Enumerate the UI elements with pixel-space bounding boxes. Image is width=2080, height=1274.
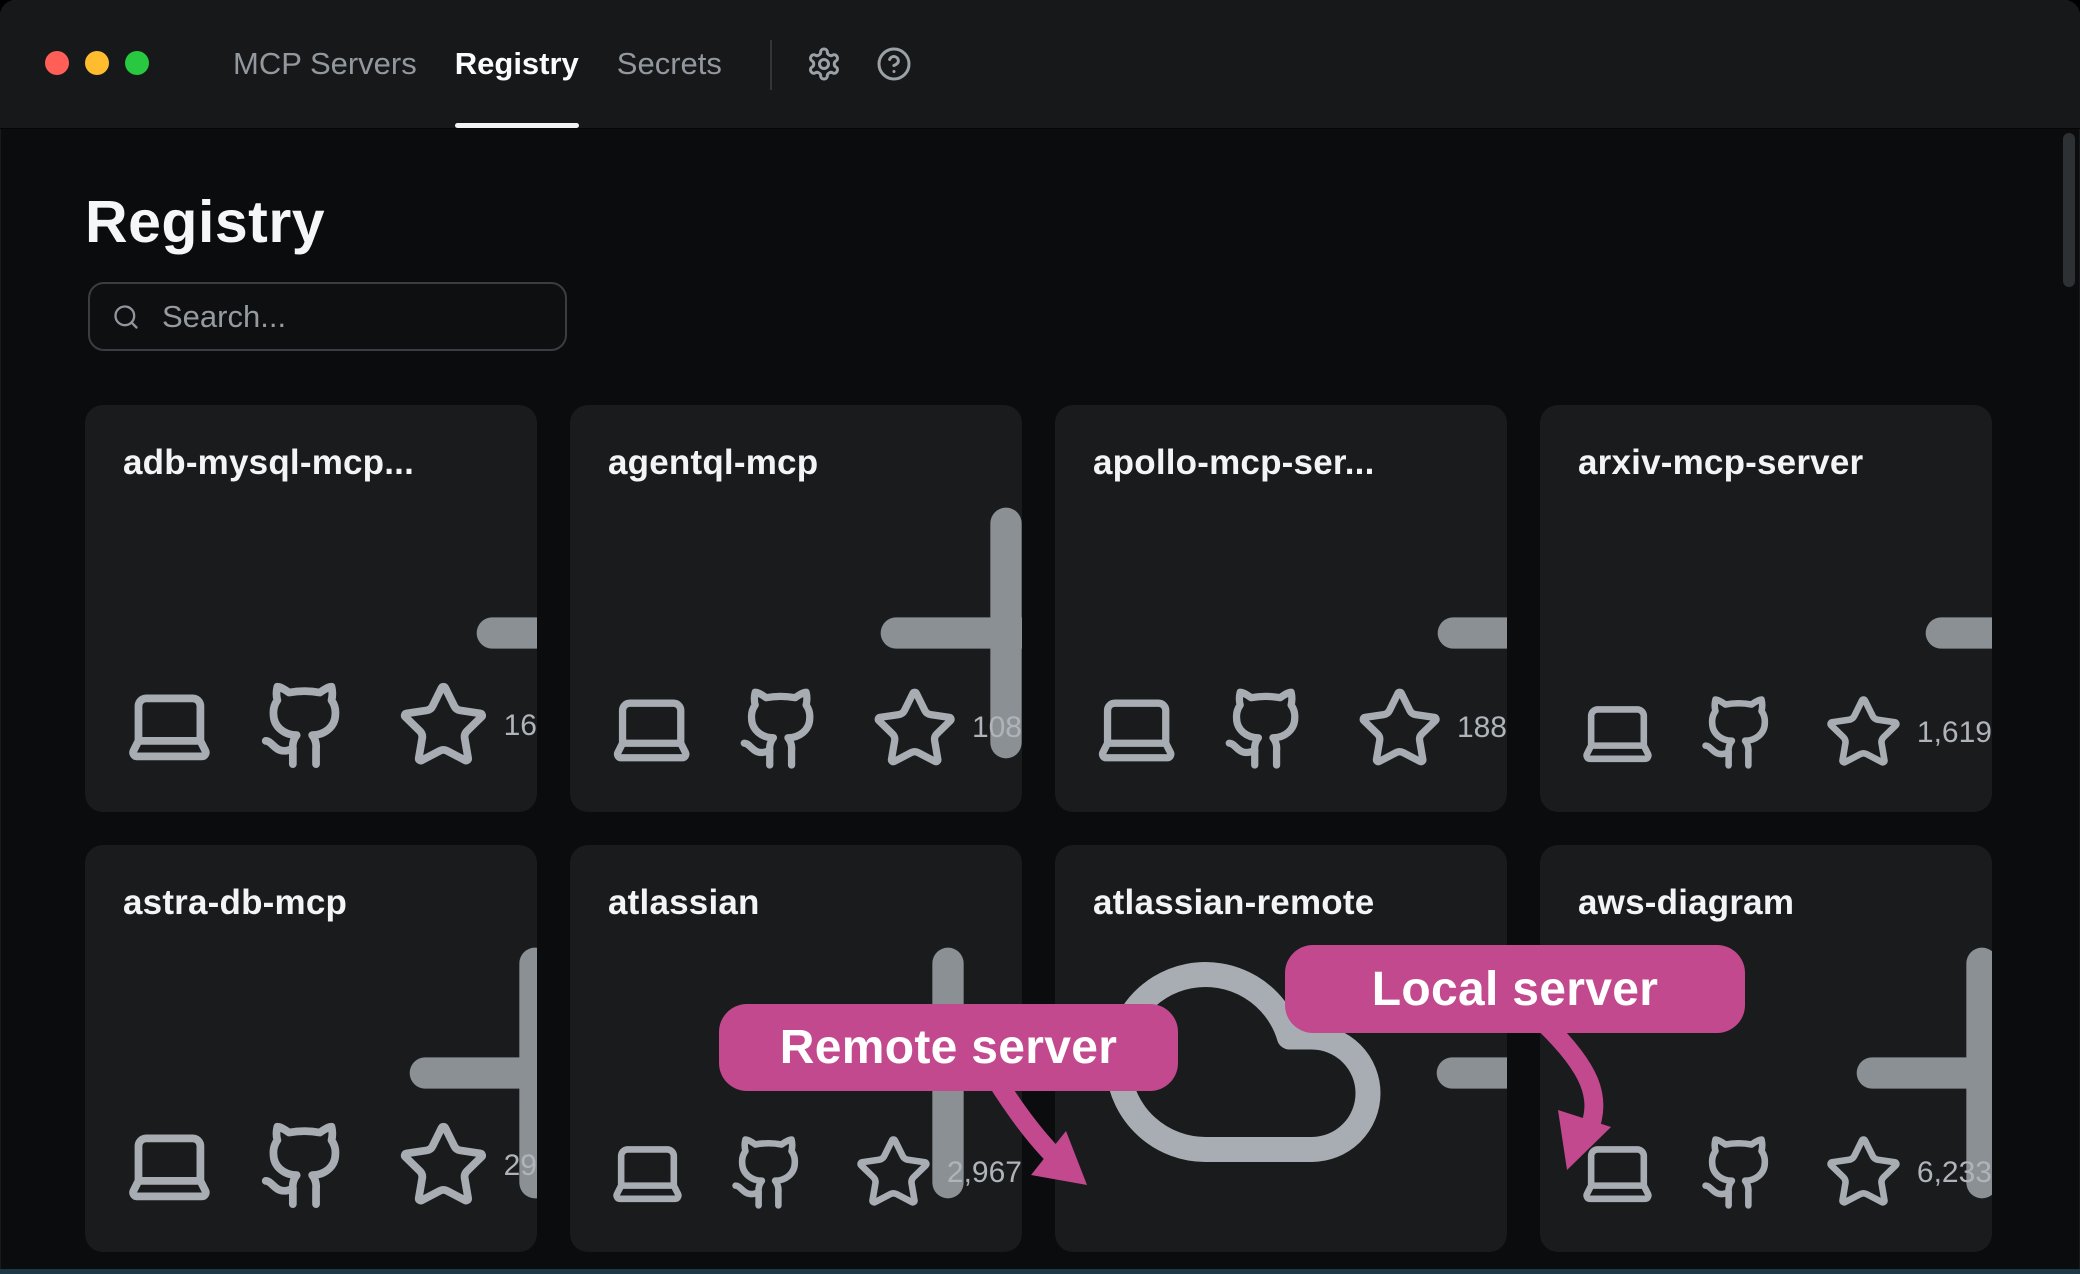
server-card-footer: 6,233 xyxy=(1578,1133,1992,1212)
server-name: arxiv-mcp-server xyxy=(1578,443,1863,483)
server-card-footer: 188 xyxy=(1093,685,1507,772)
help-icon xyxy=(876,46,912,82)
titlebar: MCP Servers Registry Secrets xyxy=(0,0,2080,129)
github-icon xyxy=(729,1133,808,1212)
star-icon xyxy=(397,679,490,772)
server-card-aws-diagram[interactable]: aws-diagram Generate AWS diagrams,sequen… xyxy=(1540,845,1992,1252)
remote-server-callout: Remote server xyxy=(719,1004,1178,1091)
star-count: 29 xyxy=(504,1149,537,1183)
star-icon xyxy=(1824,1133,1903,1212)
laptop-icon xyxy=(1578,693,1657,772)
star-count: 1,619 xyxy=(1917,716,1992,750)
scrollbar-thumb[interactable] xyxy=(2063,133,2075,287)
laptop-icon xyxy=(1093,685,1180,772)
window-controls xyxy=(45,51,149,75)
tab-mcp-servers[interactable]: MCP Servers xyxy=(233,0,417,128)
server-card-apollo-mcp-server[interactable]: apollo-mcp-ser... Exposes GraphQL operat… xyxy=(1055,405,1507,812)
app-window: MCP Servers Registry Secrets Registry a xyxy=(0,0,2080,1274)
server-name: astra-db-mcp xyxy=(123,883,347,923)
server-card-footer: 29 xyxy=(123,1119,537,1212)
search-box[interactable] xyxy=(88,282,567,351)
server-name: adb-mysql-mcp... xyxy=(123,443,414,483)
github-icon xyxy=(1222,685,1309,772)
github-icon xyxy=(1699,693,1778,772)
settings-button[interactable] xyxy=(806,46,842,82)
star-count: 2,967 xyxy=(947,1156,1022,1190)
search-icon xyxy=(112,303,140,331)
star-count: 108 xyxy=(972,711,1022,745)
help-button[interactable] xyxy=(876,46,912,82)
close-window-button[interactable] xyxy=(45,51,69,75)
star-count: 188 xyxy=(1457,711,1507,745)
registry-grid: adb-mysql-mcp... Official MCP server for… xyxy=(85,405,1992,1252)
server-name: agentql-mcp xyxy=(608,443,818,483)
header-divider xyxy=(770,40,772,90)
zoom-window-button[interactable] xyxy=(125,51,149,75)
star-count: 16 xyxy=(504,709,537,743)
server-card-agentql-mcp[interactable]: agentql-mcp Model Context Protocolserver… xyxy=(570,405,1022,812)
star-icon xyxy=(854,1133,933,1212)
star-icon xyxy=(1356,685,1443,772)
laptop-icon xyxy=(608,685,695,772)
tab-secrets[interactable]: Secrets xyxy=(617,0,722,128)
page-title: Registry xyxy=(85,188,325,256)
server-card-arxiv-mcp-server[interactable]: arxiv-mcp-server AI assistants search an… xyxy=(1540,405,1992,812)
github-icon xyxy=(258,679,351,772)
laptop-icon xyxy=(608,1133,687,1212)
star-icon xyxy=(397,1119,490,1212)
local-server-callout: Local server xyxy=(1285,945,1745,1033)
add-server-icon[interactable] xyxy=(1374,885,1507,1252)
search-input[interactable] xyxy=(160,298,563,336)
server-card-footer: 16 xyxy=(123,679,537,772)
star-count: 6,233 xyxy=(1917,1156,1992,1190)
main-nav: MCP Servers Registry Secrets xyxy=(233,0,722,128)
tab-registry[interactable]: Registry xyxy=(455,0,579,128)
laptop-icon xyxy=(123,679,216,772)
github-icon xyxy=(258,1119,351,1212)
server-card-footer: 1,619 xyxy=(1578,693,1992,772)
server-card-adb-mysql-mcp[interactable]: adb-mysql-mcp... Official MCP server for… xyxy=(85,405,537,812)
star-icon xyxy=(871,685,958,772)
window-bottom-edge xyxy=(0,1269,2080,1274)
github-icon xyxy=(1699,1133,1778,1212)
minimize-window-button[interactable] xyxy=(85,51,109,75)
server-card-footer: 108 xyxy=(608,685,1022,772)
laptop-icon xyxy=(123,1119,216,1212)
server-name: apollo-mcp-ser... xyxy=(1093,443,1375,483)
github-icon xyxy=(737,685,824,772)
star-icon xyxy=(1824,693,1903,772)
server-card-astra-db-mcp[interactable]: astra-db-mcp Model Context Protocolserve… xyxy=(85,845,537,1252)
server-name: atlassian xyxy=(608,883,760,923)
gear-icon xyxy=(806,46,842,82)
server-name: aws-diagram xyxy=(1578,883,1794,923)
laptop-icon xyxy=(1578,1133,1657,1212)
server-card-footer: 2,967 xyxy=(608,1133,1022,1212)
